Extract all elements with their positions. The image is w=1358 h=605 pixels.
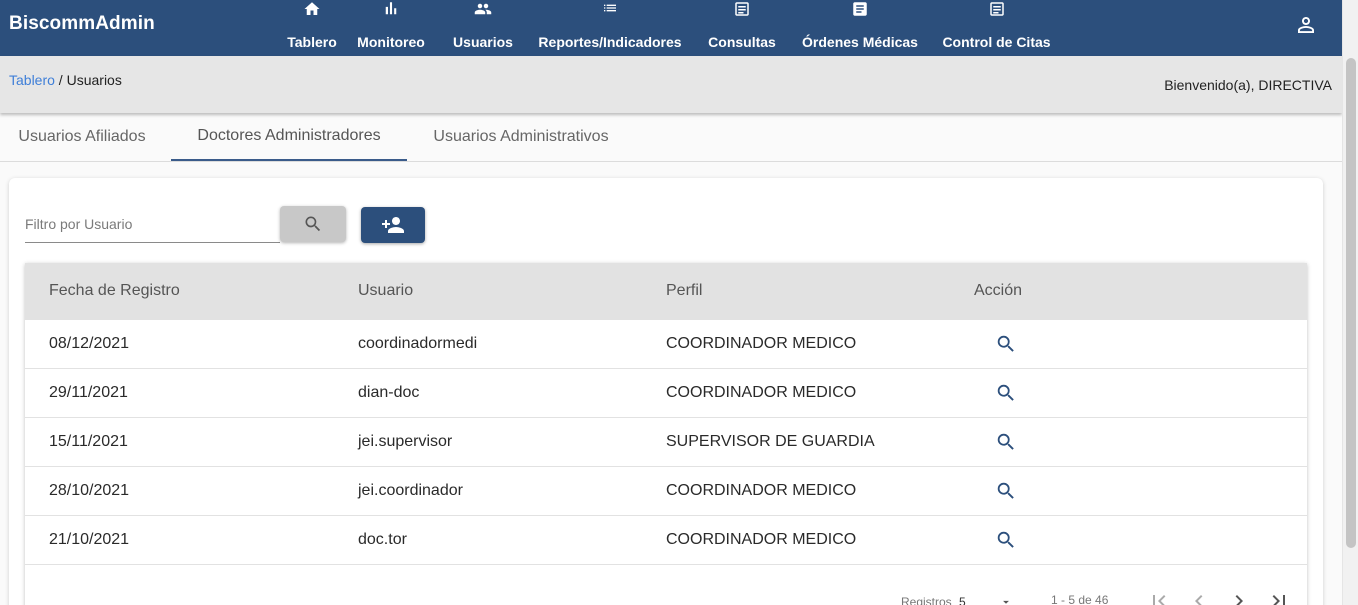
next-page-icon[interactable] — [1227, 589, 1251, 605]
cell-usuario: doc.tor — [358, 531, 407, 548]
cell-fecha: 15/11/2021 — [49, 433, 128, 450]
home-icon — [302, 0, 322, 22]
table-row: 21/10/2021 doc.tor COORDINADOR MEDICO — [25, 516, 1307, 565]
cell-perfil: SUPERVISOR DE GUARDIA — [666, 433, 875, 450]
page-size-select[interactable]: 5 — [959, 595, 966, 605]
document-icon — [850, 0, 870, 22]
breadcrumb-link-tablero[interactable]: Tablero — [9, 72, 55, 88]
page-size-label: Registros — [901, 595, 952, 605]
previous-page-icon[interactable] — [1187, 589, 1211, 605]
nav-label: Control de Citas — [942, 34, 1051, 50]
view-details-button[interactable] — [995, 480, 1017, 502]
header-perfil[interactable]: Perfil — [666, 282, 702, 300]
nav-label: Reportes/Indicadores — [538, 34, 682, 50]
cell-fecha: 08/12/2021 — [49, 335, 130, 352]
cell-usuario: coordinadormedi — [358, 335, 478, 352]
list-icon — [600, 0, 620, 22]
nav-label: Monitoreo — [357, 34, 425, 50]
nav-item-control-citas[interactable]: Control de Citas — [942, 0, 1051, 56]
breadcrumb-separator: / — [54, 72, 67, 88]
users-table: Fecha de Registro Usuario Perfil Acción … — [25, 263, 1307, 605]
cell-perfil: COORDINADOR MEDICO — [666, 482, 857, 499]
scrollbar-thumb[interactable] — [1346, 58, 1356, 548]
search-icon — [997, 482, 1014, 499]
add-user-button[interactable] — [361, 207, 425, 243]
people-icon — [471, 0, 495, 22]
view-details-button[interactable] — [995, 382, 1017, 404]
cell-usuario: dian-doc — [358, 384, 420, 401]
header-accion: Acción — [974, 282, 1023, 299]
table-header: Fecha de Registro Usuario Perfil Acción — [25, 263, 1307, 320]
search-icon — [997, 433, 1014, 450]
app-brand[interactable]: BiscommAdmin — [9, 13, 155, 35]
tab-bar: Usuarios Afiliados Doctores Administrado… — [0, 113, 1342, 162]
tab-usuarios-afiliados[interactable]: Usuarios Afiliados — [0, 113, 164, 161]
header-fecha[interactable]: Fecha de Registro — [49, 282, 180, 300]
paginator: Registros 5 1 - 5 de 46 — [25, 583, 1307, 605]
view-details-button[interactable] — [995, 529, 1017, 551]
breadcrumb: Tablero / Usuarios — [9, 72, 122, 88]
nav-label: Órdenes Médicas — [802, 34, 918, 50]
cell-perfil: COORDINADOR MEDICO — [666, 335, 857, 352]
view-details-button[interactable] — [995, 431, 1017, 453]
person-add-icon — [382, 217, 404, 233]
breadcrumb-current: Usuarios — [66, 72, 122, 88]
vertical-scrollbar[interactable] — [1342, 0, 1358, 605]
cell-fecha: 29/11/2021 — [49, 384, 128, 401]
table-row: 29/11/2021 dian-doc COORDINADOR MEDICO — [25, 369, 1307, 418]
tab-doctores-administradores[interactable]: Doctores Administradores — [171, 113, 407, 161]
search-button[interactable] — [280, 206, 346, 242]
page-range-label: 1 - 5 de 46 — [1051, 593, 1109, 605]
table-row: 28/10/2021 jei.coordinador COORDINADOR M… — [25, 467, 1307, 516]
nav-item-consultas[interactable]: Consultas — [708, 0, 776, 56]
bar-chart-icon — [382, 0, 400, 22]
nav-item-reportes[interactable]: Reportes/Indicadores — [538, 0, 682, 56]
nav-item-usuarios[interactable]: Usuarios — [453, 0, 513, 56]
welcome-text: Bienvenido(a), DIRECTIVA — [1164, 77, 1332, 93]
view-details-button[interactable] — [995, 333, 1017, 355]
search-icon — [997, 335, 1014, 352]
cell-perfil: COORDINADOR MEDICO — [666, 384, 857, 401]
nav-label: Usuarios — [453, 34, 513, 50]
nav-label: Consultas — [708, 34, 776, 50]
top-navbar: BiscommAdmin Tablero Monitoreo Usuarios … — [0, 0, 1342, 56]
document-icon — [732, 0, 752, 22]
tab-usuarios-administrativos[interactable]: Usuarios Administrativos — [414, 113, 628, 161]
nav-label: Tablero — [287, 34, 337, 50]
cell-fecha: 28/10/2021 — [49, 482, 130, 499]
filter-input[interactable] — [25, 206, 280, 243]
cell-fecha: 21/10/2021 — [49, 531, 130, 548]
nav-item-monitoreo[interactable]: Monitoreo — [357, 0, 425, 56]
chevron-down-icon[interactable] — [999, 595, 1013, 605]
table-row: 15/11/2021 jei.supervisor SUPERVISOR DE … — [25, 418, 1307, 467]
table-row: 08/12/2021 coordinadormedi COORDINADOR M… — [25, 320, 1307, 369]
breadcrumb-bar: Tablero / Usuarios Bienvenido(a), DIRECT… — [0, 56, 1342, 113]
last-page-icon[interactable] — [1267, 589, 1291, 605]
account-icon[interactable] — [1294, 13, 1318, 37]
nav-item-ordenes-medicas[interactable]: Órdenes Médicas — [802, 0, 918, 56]
search-icon — [305, 216, 321, 232]
nav-item-tablero[interactable]: Tablero — [287, 0, 337, 56]
cell-usuario: jei.coordinador — [358, 482, 463, 499]
search-icon — [997, 384, 1014, 401]
cell-perfil: COORDINADOR MEDICO — [666, 531, 857, 548]
document-icon — [987, 0, 1007, 22]
first-page-icon[interactable] — [1147, 589, 1171, 605]
search-icon — [997, 531, 1014, 548]
cell-usuario: jei.supervisor — [358, 433, 453, 450]
header-usuario[interactable]: Usuario — [358, 282, 413, 300]
users-card: Fecha de Registro Usuario Perfil Acción … — [9, 178, 1323, 605]
